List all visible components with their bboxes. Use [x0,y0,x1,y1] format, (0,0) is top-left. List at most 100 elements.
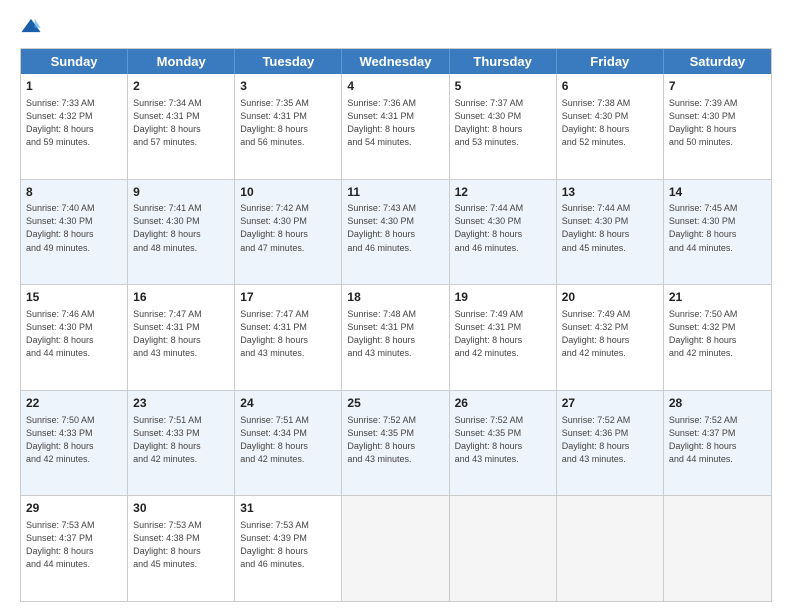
logo-icon [20,16,42,38]
cell-line: Daylight: 8 hours [133,440,229,453]
cell-line: Sunrise: 7:47 AM [240,308,336,321]
day-number: 1 [26,78,122,95]
cell-line: and 44 minutes. [669,242,766,255]
day-number: 5 [455,78,551,95]
cell-line: Sunrise: 7:34 AM [133,97,229,110]
cell-line: Daylight: 8 hours [347,334,443,347]
day-number: 25 [347,395,443,412]
cell-line: Sunset: 4:31 PM [455,321,551,334]
cell-line: Sunrise: 7:36 AM [347,97,443,110]
cell-line: Sunrise: 7:53 AM [26,519,122,532]
day-number: 7 [669,78,766,95]
cell-line: Daylight: 8 hours [26,228,122,241]
page: SundayMondayTuesdayWednesdayThursdayFrid… [0,0,792,612]
day-cell-5: 5Sunrise: 7:37 AMSunset: 4:30 PMDaylight… [450,74,557,179]
day-number: 27 [562,395,658,412]
day-cell-7: 7Sunrise: 7:39 AMSunset: 4:30 PMDaylight… [664,74,771,179]
day-cell-8: 8Sunrise: 7:40 AMSunset: 4:30 PMDaylight… [21,180,128,285]
calendar-row-4: 22Sunrise: 7:50 AMSunset: 4:33 PMDayligh… [21,390,771,496]
calendar: SundayMondayTuesdayWednesdayThursdayFrid… [20,48,772,602]
cell-line: and 46 minutes. [347,242,443,255]
day-number: 28 [669,395,766,412]
cell-line: Sunset: 4:31 PM [347,110,443,123]
day-cell-1: 1Sunrise: 7:33 AMSunset: 4:32 PMDaylight… [21,74,128,179]
day-cell-22: 22 Sunrise: 7:50 AMSunset: 4:33 PMDayligh… [21,391,128,496]
day-cell-3: 3Sunrise: 7:35 AMSunset: 4:31 PMDaylight… [235,74,342,179]
day-number: 13 [562,184,658,201]
day-number: 10 [240,184,336,201]
day-number: 17 [240,289,336,306]
cell-line: Sunrise: 7:38 AM [562,97,658,110]
cell-line: Sunrise: 7:51 AM [240,414,336,427]
cell-line: Sunrise: 7:52 AM [669,414,766,427]
cell-line: Sunrise: 7:44 AM [455,202,551,215]
day-number: 3 [240,78,336,95]
cell-line: Daylight: 8 hours [240,440,336,453]
cell-line: Daylight: 8 hours [133,334,229,347]
cell-line: and 52 minutes. [562,136,658,149]
cell-line: Sunset: 4:32 PM [562,321,658,334]
cell-line: Daylight: 8 hours [562,334,658,347]
cell-line: Sunset: 4:30 PM [133,215,229,228]
cell-line: Sunrise: 7:50 AM [26,414,122,427]
day-cell-28: 28Sunrise: 7:52 AMSunset: 4:37 PMDayligh… [664,391,771,496]
cell-line: Sunrise: 7:45 AM [669,202,766,215]
cell-line: Daylight: 8 hours [562,228,658,241]
cell-line: Daylight: 8 hours [455,123,551,136]
cell-line: and 43 minutes. [562,453,658,466]
header-day-saturday: Saturday [664,49,771,74]
cell-line: Sunrise: 7:51 AM [133,414,229,427]
header-day-monday: Monday [128,49,235,74]
day-cell-11: 11Sunrise: 7:43 AMSunset: 4:30 PMDayligh… [342,180,449,285]
day-number: 21 [669,289,766,306]
cell-line: and 42 minutes. [562,347,658,360]
cell-line: Sunrise: 7:52 AM [455,414,551,427]
day-cell-13: 13Sunrise: 7:44 AMSunset: 4:30 PMDayligh… [557,180,664,285]
cell-line: Daylight: 8 hours [26,440,122,453]
cell-line: Daylight: 8 hours [133,123,229,136]
header-day-friday: Friday [557,49,664,74]
day-cell-17: 17Sunrise: 7:47 AMSunset: 4:31 PMDayligh… [235,285,342,390]
cell-line: Sunset: 4:35 PM [347,427,443,440]
cell-line: Sunrise: 7:52 AM [347,414,443,427]
cell-line: Daylight: 8 hours [347,228,443,241]
cell-line: and 43 minutes. [347,347,443,360]
cell-line: and 54 minutes. [347,136,443,149]
day-cell-4: 4Sunrise: 7:36 AMSunset: 4:31 PMDaylight… [342,74,449,179]
day-number: 30 [133,500,229,517]
cell-line: and 42 minutes. [455,347,551,360]
cell-line: and 42 minutes. [240,453,336,466]
cell-line: Sunset: 4:30 PM [669,110,766,123]
day-cell-10: 10Sunrise: 7:42 AMSunset: 4:30 PMDayligh… [235,180,342,285]
day-cell-21: 21Sunrise: 7:50 AMSunset: 4:32 PMDayligh… [664,285,771,390]
day-cell-27: 27Sunrise: 7:52 AMSunset: 4:36 PMDayligh… [557,391,664,496]
cell-line: Sunset: 4:32 PM [26,110,122,123]
cell-line: Sunset: 4:34 PM [240,427,336,440]
cell-line: Sunrise: 7:52 AM [562,414,658,427]
cell-line: and 46 minutes. [455,242,551,255]
cell-line: Daylight: 8 hours [669,334,766,347]
header-day-thursday: Thursday [450,49,557,74]
cell-line: and 43 minutes. [455,453,551,466]
cell-line: Sunset: 4:33 PM [26,427,122,440]
empty-cell [664,496,771,601]
day-number: 22 [26,395,122,412]
cell-line: Daylight: 8 hours [455,334,551,347]
cell-line: Daylight: 8 hours [669,123,766,136]
cell-line: Sunset: 4:36 PM [562,427,658,440]
cell-line: and 59 minutes. [26,136,122,149]
cell-line: Daylight: 8 hours [347,440,443,453]
cell-line: Daylight: 8 hours [669,440,766,453]
cell-line: Sunset: 4:31 PM [240,321,336,334]
cell-line: Sunrise: 7:53 AM [133,519,229,532]
cell-line: Sunrise: 7:33 AM [26,97,122,110]
cell-line: Sunset: 4:35 PM [455,427,551,440]
day-number: 29 [26,500,122,517]
cell-line: Sunset: 4:33 PM [133,427,229,440]
cell-line: and 56 minutes. [240,136,336,149]
cell-line: Sunset: 4:30 PM [562,215,658,228]
cell-line: Sunset: 4:30 PM [562,110,658,123]
cell-line: and 43 minutes. [347,453,443,466]
cell-line: and 43 minutes. [133,347,229,360]
cell-line: and 57 minutes. [133,136,229,149]
